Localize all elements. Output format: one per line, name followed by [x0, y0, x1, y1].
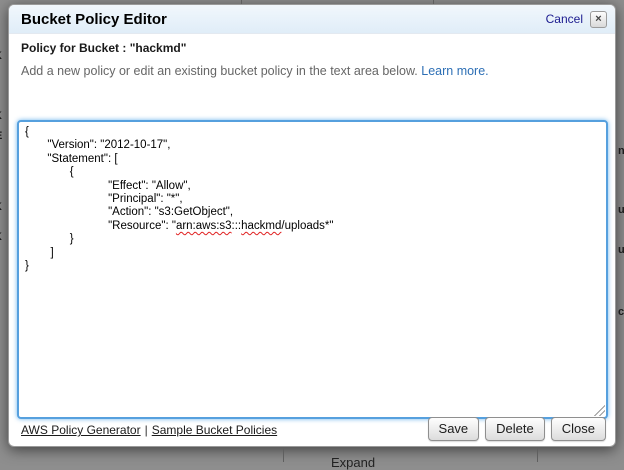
backdrop-fragment: Expand	[331, 455, 375, 470]
backdrop-fragment: c	[618, 306, 624, 318]
backdrop-fragment: K	[0, 231, 2, 243]
dialog-description: Add a new policy or edit an existing buc…	[21, 64, 603, 78]
backdrop-fragment: u	[618, 204, 624, 216]
dialog-header: Bucket Policy Editor Cancel ×	[9, 5, 615, 34]
save-button[interactable]: Save	[428, 417, 480, 441]
backdrop-fragment: K	[0, 50, 2, 62]
resize-grip[interactable]	[594, 405, 605, 416]
backdrop-divider	[241, 0, 242, 4]
policy-for-bucket-label: Policy for Bucket : "hackmd"	[21, 41, 603, 55]
backdrop-fragment: n	[618, 145, 624, 157]
bucket-policy-editor-dialog: Bucket Policy Editor Cancel × Policy for…	[8, 4, 616, 447]
backdrop-fragment: E	[0, 130, 2, 142]
cancel-link[interactable]: Cancel	[546, 12, 583, 26]
dialog-title: Bucket Policy Editor	[21, 11, 167, 28]
learn-more-link[interactable]: Learn more.	[421, 64, 488, 78]
delete-button[interactable]: Delete	[485, 417, 545, 441]
link-separator: |	[145, 423, 148, 437]
header-actions: Cancel ×	[546, 11, 607, 28]
policy-textarea[interactable]: { "Version": "2012-10-17", "Statement": …	[17, 120, 608, 419]
backdrop-fragment: u	[618, 244, 624, 256]
backdrop-divider	[537, 448, 538, 462]
backdrop-fragment: K	[0, 201, 2, 213]
backdrop-divider	[433, 0, 434, 4]
policy-json-text: { "Version": "2012-10-17", "Statement": …	[25, 126, 600, 273]
aws-policy-generator-link[interactable]: AWS Policy Generator	[21, 423, 141, 437]
close-button[interactable]: ×	[590, 11, 607, 28]
sample-bucket-policies-link[interactable]: Sample Bucket Policies	[152, 423, 277, 437]
footer-links: AWS Policy Generator | Sample Bucket Polic…	[21, 423, 277, 437]
backdrop-fragment: K	[0, 110, 2, 122]
backdrop-divider	[283, 448, 284, 462]
close-dialog-button[interactable]: Close	[551, 417, 606, 441]
description-text: Add a new policy or edit an existing buc…	[21, 64, 418, 78]
footer-buttons: Save Delete Close	[428, 417, 606, 441]
page-backdrop: { "backdrop": { "edge_color": "#8e8e8e",…	[0, 0, 624, 462]
close-icon: ×	[595, 13, 601, 25]
